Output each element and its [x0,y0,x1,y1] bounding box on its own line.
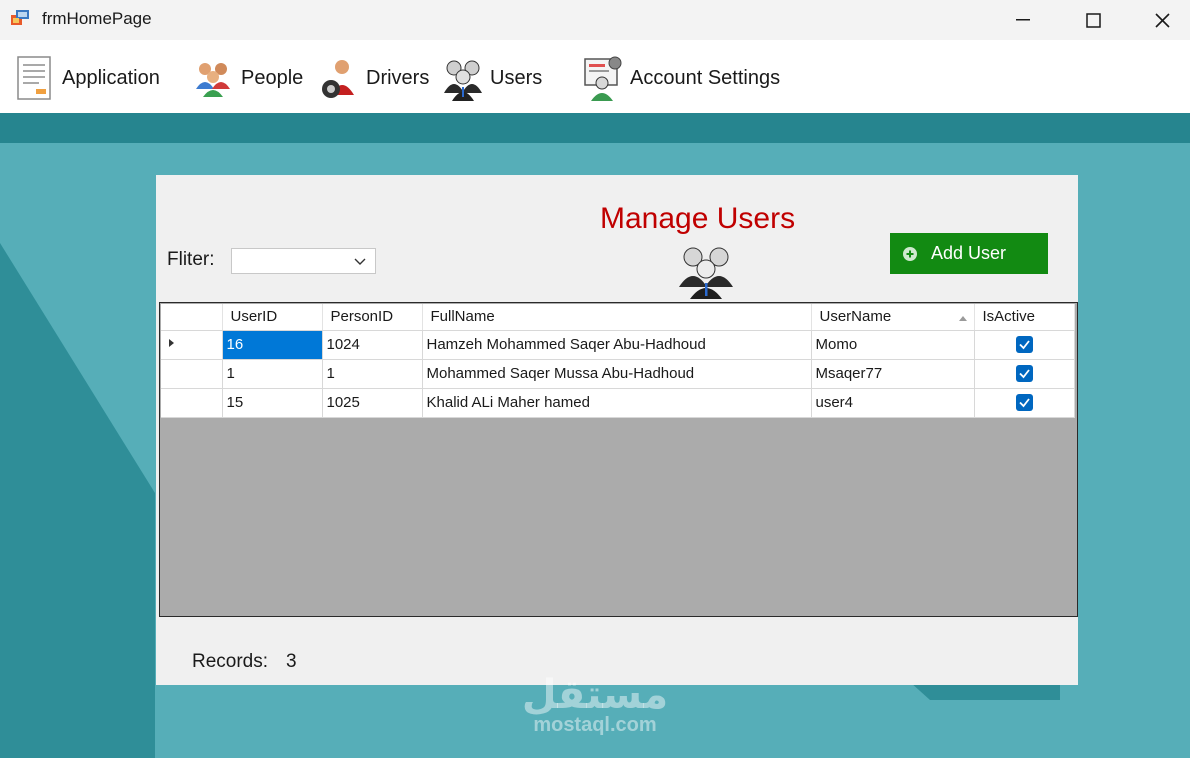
menu-item-application[interactable]: Application [14,56,160,100]
users-grid[interactable]: UserID PersonID FullName UserName IsActi… [159,302,1078,617]
page-title: Manage Users [600,202,796,235]
filter-dropdown[interactable] [231,248,376,274]
menu-label-account-settings: Account Settings [630,66,781,89]
account-settings-icon [584,56,622,101]
column-header-personid[interactable]: PersonID [322,304,423,331]
window-title: frmHomePage [42,9,152,28]
table-row[interactable]: 1 1 Mohammed Saqer Mussa Abu-Hadhoud Msa… [161,359,1075,389]
filter-label: Fliter: [167,249,215,270]
cell-isactive[interactable] [974,388,1075,418]
column-header-userid[interactable]: UserID [222,304,323,331]
table-row[interactable]: 15 1025 Khalid ALi Maher hamed user4 [161,388,1075,418]
table-row[interactable]: 16 1024 Hamzeh Mohammed Saqer Abu-Hadhou… [161,330,1075,360]
maximize-button[interactable] [1058,0,1128,40]
menu-label-people: People [241,66,304,89]
menu-item-people[interactable]: People [193,56,303,100]
cell-isactive[interactable] [974,359,1075,389]
cell-fullname[interactable]: Khalid ALi Maher hamed [422,388,812,418]
filter-value [232,249,237,265]
close-icon [1154,12,1170,28]
people-icon [196,63,230,97]
watermark-arabic: مستقل [521,672,669,718]
cell-fullname[interactable]: Hamzeh Mohammed Saqer Abu-Hadhoud [422,330,812,360]
cell-userid[interactable]: 15 [222,388,323,418]
cell-username[interactable]: Momo [811,330,975,360]
cell-userid[interactable]: 1 [222,359,323,389]
row-header[interactable] [161,388,223,418]
users-icon [444,60,482,101]
maximize-icon [1085,12,1101,28]
checkmark-icon [1018,369,1030,379]
checkmark-icon [1018,398,1030,408]
cell-personid[interactable]: 1024 [322,330,423,360]
title-bar: frmHomePage [0,0,1190,40]
row-header[interactable] [161,330,223,360]
menu-item-drivers[interactable]: Drivers [318,56,429,100]
column-header-username-label: UserName [819,308,892,326]
cell-personid[interactable]: 1025 [322,388,423,418]
records-count: 3 [286,651,297,672]
menu-bar: Application People Drivers Users Account… [0,40,1190,113]
column-header-isactive[interactable]: IsActive [974,304,1075,331]
watermark: مستقل mostaql.com [520,672,670,737]
column-header-fullname[interactable]: FullName [422,304,812,331]
add-user-button[interactable]: Add User [890,233,1048,274]
app-icon [11,10,29,25]
application-icon [17,56,51,100]
users-icon [679,247,733,299]
menu-item-account-settings[interactable]: Account Settings [582,56,781,101]
cell-personid[interactable]: 1 [322,359,423,389]
drivers-icon [322,60,354,98]
current-row-arrow-icon [169,339,174,347]
grid-header-row: UserID PersonID FullName UserName IsActi… [161,304,1075,331]
row-header[interactable] [161,359,223,389]
isactive-checkbox[interactable] [1015,394,1033,412]
minimize-button[interactable] [988,0,1058,40]
menu-label-drivers: Drivers [366,66,430,89]
minimize-icon [1016,19,1030,21]
menu-label-users: Users [490,66,543,89]
close-button[interactable] [1127,0,1190,40]
menu-item-users[interactable]: Users [442,56,543,101]
add-icon [903,246,917,261]
menu-label-application: Application [62,66,160,89]
column-header-username[interactable]: UserName [811,304,975,331]
checkmark-icon [1018,340,1030,350]
cell-fullname[interactable]: Mohammed Saqer Mussa Abu-Hadhoud [422,359,812,389]
add-user-label: Add User [931,243,1007,263]
isactive-checkbox[interactable] [1015,336,1033,354]
watermark-latin: mostaql.com [533,714,657,736]
cell-userid[interactable]: 16 [222,330,323,360]
isactive-checkbox[interactable] [1015,365,1033,383]
cell-isactive[interactable] [974,330,1075,360]
cell-username[interactable]: Msaqer77 [811,359,975,389]
row-header-corner [161,304,223,331]
chevron-down-icon [354,258,366,265]
records-label: Records: [192,651,269,672]
sort-ascending-icon [958,316,967,322]
cell-username[interactable]: user4 [811,388,975,418]
